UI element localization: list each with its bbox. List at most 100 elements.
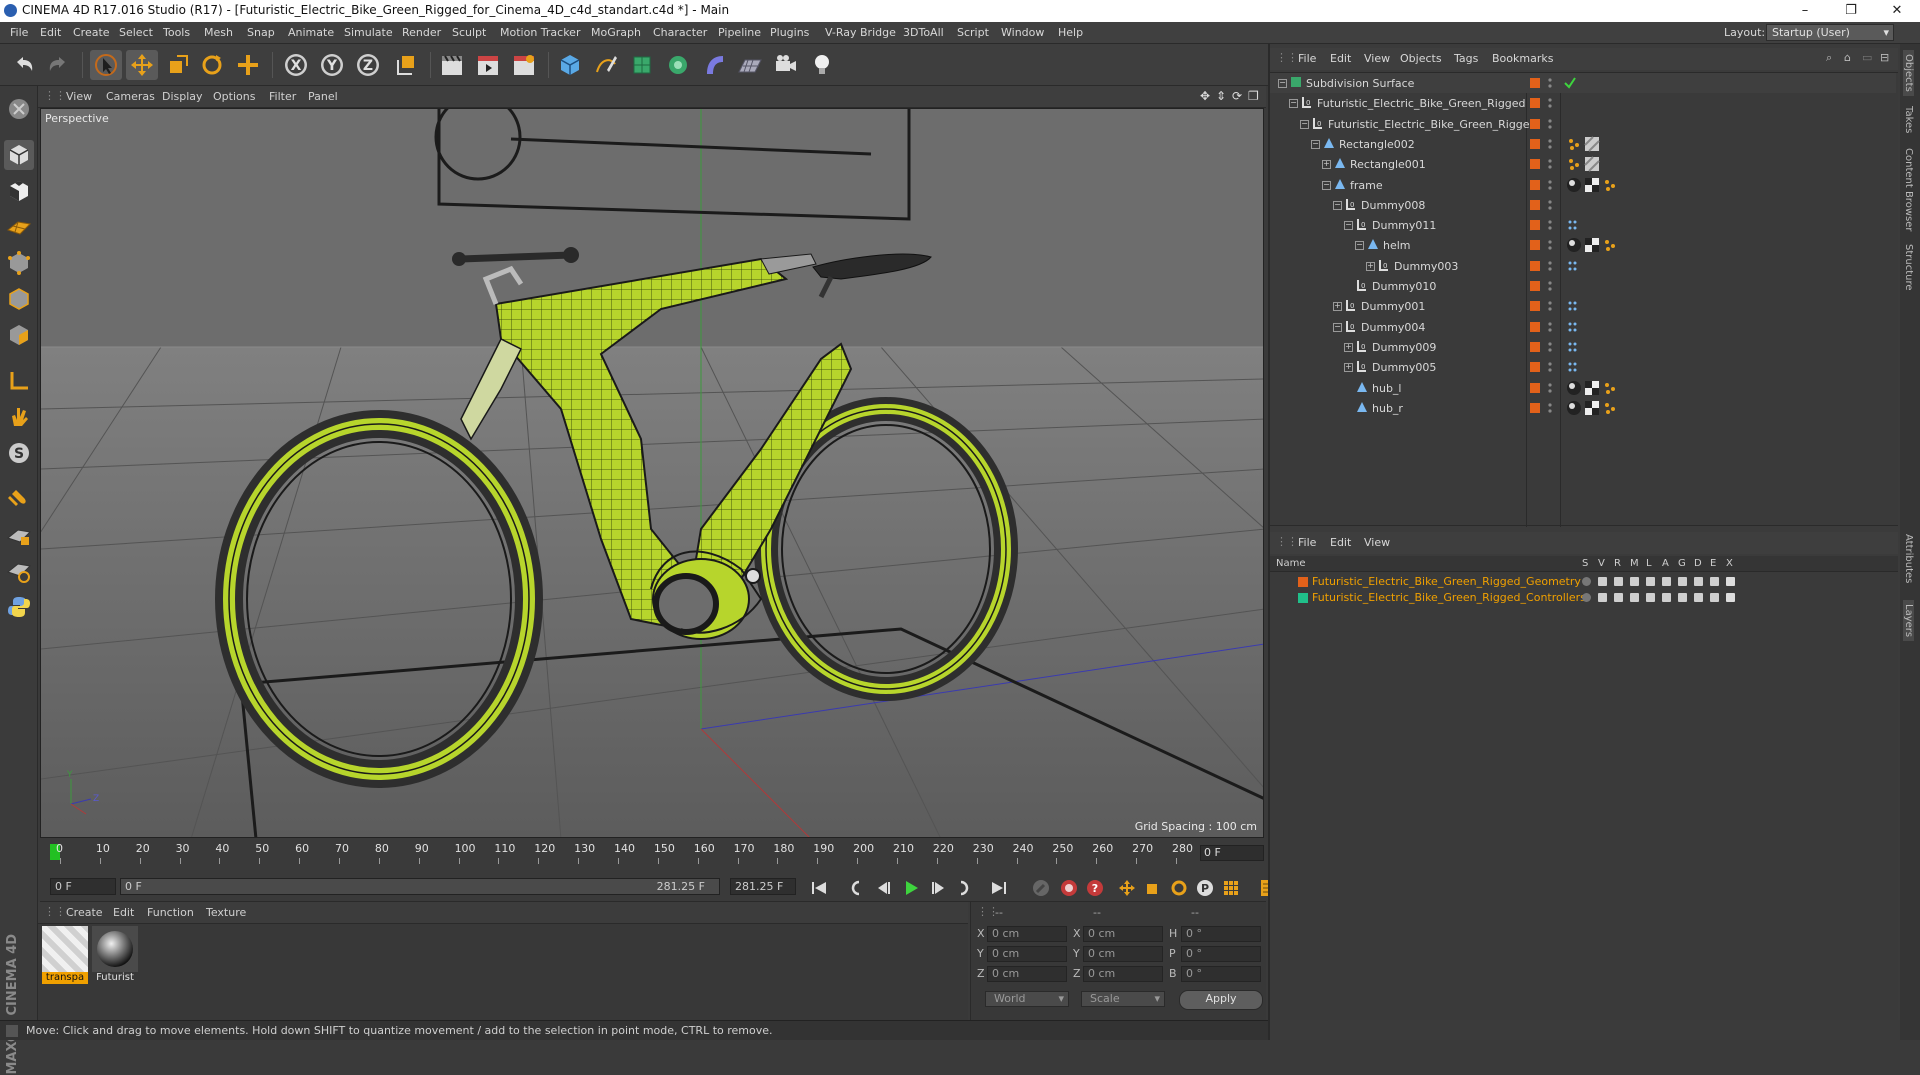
pen-spline-button[interactable] (590, 50, 622, 80)
viewport-menu-cameras[interactable]: Cameras (106, 90, 155, 103)
subdivision-surface-button[interactable] (626, 50, 658, 80)
z-axis-lock-button[interactable]: Z (352, 50, 384, 80)
render-settings-button[interactable] (508, 50, 540, 80)
tweak-mode-button[interactable] (4, 402, 34, 432)
viewport-menu-display[interactable]: Display (162, 90, 203, 103)
render-view-button[interactable] (436, 50, 468, 80)
visibility-dots-icon[interactable] (1548, 77, 1552, 89)
visibility-dots-icon[interactable] (1548, 97, 1552, 109)
scale-tool-button[interactable] (162, 50, 194, 80)
x-axis-lock-button[interactable]: X (280, 50, 312, 80)
start-frame-field[interactable]: 0 F (50, 878, 116, 895)
close-button[interactable]: ✕ (1874, 0, 1920, 22)
size-z-field[interactable]: 0 cm (1083, 966, 1163, 982)
collapse-icon[interactable]: − (1300, 119, 1309, 129)
points-mode-button[interactable] (4, 248, 34, 278)
visibility-dots-icon[interactable] (1548, 199, 1552, 211)
record-active-button[interactable] (1058, 877, 1080, 899)
object-row[interactable]: +0 Dummy009 (1270, 337, 1896, 357)
texture-mode-button[interactable] (4, 176, 34, 206)
object-row[interactable]: −0 Dummy008 (1270, 195, 1896, 215)
layout-select[interactable]: Startup (User) ▾ (1766, 24, 1894, 41)
floor-button[interactable] (734, 50, 766, 80)
magnet-button[interactable] (4, 484, 34, 514)
visibility-dots-icon[interactable] (1548, 300, 1552, 312)
menu-snap[interactable]: Snap (247, 26, 275, 39)
object-menu-edit[interactable]: Edit (1330, 52, 1351, 65)
vertex-tag-icon[interactable] (1566, 156, 1582, 172)
layer-color-swatch[interactable] (1530, 199, 1540, 210)
layer-animation-toggle[interactable] (1662, 577, 1671, 586)
viewport-maximize-icon[interactable]: ❐ (1248, 89, 1259, 103)
layer-row[interactable]: Futuristic_Electric_Bike_Green_Rigged_Co… (1270, 590, 1896, 606)
object-menu-file[interactable]: File (1298, 52, 1316, 65)
column-deformers[interactable]: D (1694, 558, 1702, 569)
texture-tag-icon[interactable] (1584, 136, 1600, 152)
uvw-tag-icon[interactable] (1584, 177, 1600, 193)
visibility-dots-icon[interactable] (1548, 239, 1552, 251)
column-manager[interactable]: M (1630, 558, 1639, 569)
material-tag-icon[interactable] (1566, 177, 1582, 193)
layer-menu-view[interactable]: View (1364, 536, 1390, 549)
menu-character[interactable]: Character (653, 26, 707, 39)
rotation-p-field[interactable]: 0 ° (1181, 946, 1261, 962)
viewport-menu-view[interactable]: View (66, 90, 92, 103)
visibility-dots-icon[interactable] (1548, 260, 1552, 272)
object-row[interactable]: − frame (1270, 175, 1896, 195)
layer-color-swatch[interactable] (1530, 179, 1540, 190)
layer-color-swatch[interactable] (1530, 341, 1540, 352)
position-x-field[interactable]: 0 cm (987, 926, 1067, 942)
layer-color-swatch[interactable] (1298, 593, 1308, 603)
column-locked[interactable]: L (1646, 558, 1652, 569)
menu-select[interactable]: Select (119, 26, 153, 39)
layer-color-swatch[interactable] (1530, 240, 1540, 251)
object-row[interactable]: − Subdivision Surface (1270, 73, 1896, 93)
layer-color-swatch[interactable] (1530, 382, 1540, 393)
expand-icon[interactable]: + (1333, 302, 1342, 312)
menu-file[interactable]: File (10, 26, 28, 39)
previous-key-button[interactable] (844, 877, 866, 899)
viewport-nav-rotate-icon[interactable]: ⟳ (1232, 89, 1242, 103)
visibility-dots-icon[interactable] (1548, 118, 1552, 130)
collapse-icon[interactable]: − (1278, 79, 1287, 88)
layer-color-swatch[interactable] (1298, 577, 1308, 587)
menu-script[interactable]: Script (957, 26, 989, 39)
layer-menu-file[interactable]: File (1298, 536, 1316, 549)
rotate-tool-button[interactable] (196, 50, 228, 80)
layer-locked-toggle[interactable] (1646, 577, 1655, 586)
tab-content-browser[interactable]: Content Browser (1903, 148, 1914, 231)
constraint-tag-icon[interactable] (1566, 217, 1582, 233)
layer-color-swatch[interactable] (1530, 301, 1540, 312)
constraint-tag-icon[interactable] (1566, 258, 1582, 274)
light-button[interactable] (806, 50, 838, 80)
menu-tools[interactable]: Tools (163, 26, 190, 39)
layer-generators-toggle[interactable] (1678, 577, 1687, 586)
constraint-tag-icon[interactable] (1566, 319, 1582, 335)
menu-3dtoall[interactable]: 3DToAll (903, 26, 944, 39)
material-futuristic[interactable]: Futurist (92, 926, 138, 984)
key-pla-button[interactable] (1220, 877, 1242, 899)
viewport-menu-panel[interactable]: Panel (308, 90, 338, 103)
layer-manager-toggle[interactable] (1630, 593, 1639, 602)
layer-view-toggle[interactable] (1598, 577, 1607, 586)
rotation-h-field[interactable]: 0 ° (1181, 926, 1261, 942)
end-frame-field[interactable]: 281.25 F (730, 878, 796, 895)
python-button[interactable] (4, 592, 34, 622)
material-menu-edit[interactable]: Edit (113, 906, 134, 919)
object-row[interactable]: −0 Dummy004 (1270, 317, 1896, 337)
visibility-dots-icon[interactable] (1548, 361, 1552, 373)
next-frame-button[interactable] (928, 877, 950, 899)
collapse-icon[interactable]: ▭ (1862, 51, 1872, 64)
record-keys-disabled-button[interactable] (1030, 877, 1052, 899)
constraint-tag-icon[interactable] (1566, 359, 1582, 375)
menu-mesh[interactable]: Mesh (204, 26, 233, 39)
viewport-nav-zoom-icon[interactable]: ⇕ (1216, 89, 1226, 103)
layer-color-swatch[interactable] (1530, 260, 1540, 271)
material-transparent[interactable]: transpa (42, 926, 88, 984)
material-tag-icon[interactable] (1566, 380, 1582, 396)
vertex-tag-icon[interactable] (1602, 400, 1618, 416)
render-picture-viewer-button[interactable] (472, 50, 504, 80)
material-menu-texture[interactable]: Texture (206, 906, 246, 919)
cube-object-button[interactable] (554, 50, 586, 80)
layer-color-swatch[interactable] (1530, 321, 1540, 332)
